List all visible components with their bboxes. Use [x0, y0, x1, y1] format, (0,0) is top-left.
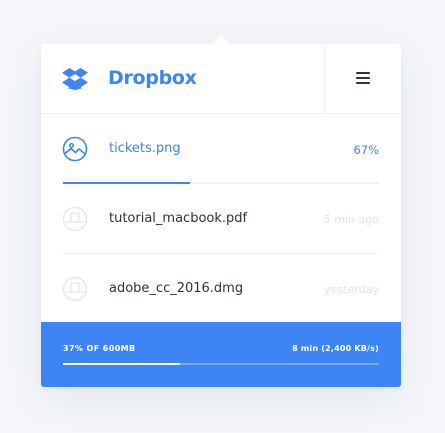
transfer-rate-label: 8 min (2,400 KB/s)	[292, 344, 379, 353]
storage-progress-fill	[63, 363, 180, 365]
image-file-icon	[62, 136, 88, 162]
file-row-tutorial[interactable]: tutorial_macbook.pdf 5 min ago	[41, 184, 401, 254]
menu-button[interactable]	[325, 44, 401, 113]
file-name: adobe_cc_2016.dmg	[109, 281, 244, 296]
file-timestamp: 5 min ago	[323, 213, 379, 226]
dropbox-popover: Dropbox tickets.png 67% tutorial_macbook…	[41, 35, 401, 387]
document-file-icon	[62, 276, 88, 302]
file-timestamp: yesterday	[324, 283, 379, 296]
dropbox-logo-icon	[62, 68, 88, 90]
upload-percent: 67%	[353, 143, 379, 157]
file-name: tutorial_macbook.pdf	[109, 211, 248, 226]
popover-header: Dropbox	[41, 44, 401, 114]
file-row-tickets[interactable]: tickets.png 67%	[41, 114, 401, 184]
file-row-adobe[interactable]: adobe_cc_2016.dmg yesterday	[41, 254, 401, 324]
storage-progress-bar	[63, 363, 379, 365]
brand-title: Dropbox	[108, 67, 197, 89]
storage-usage-label: 37% OF 600MB	[63, 344, 136, 353]
storage-footer: 37% OF 600MB 8 min (2,400 KB/s)	[41, 322, 401, 387]
file-name: tickets.png	[109, 141, 181, 156]
document-file-icon	[62, 206, 88, 232]
